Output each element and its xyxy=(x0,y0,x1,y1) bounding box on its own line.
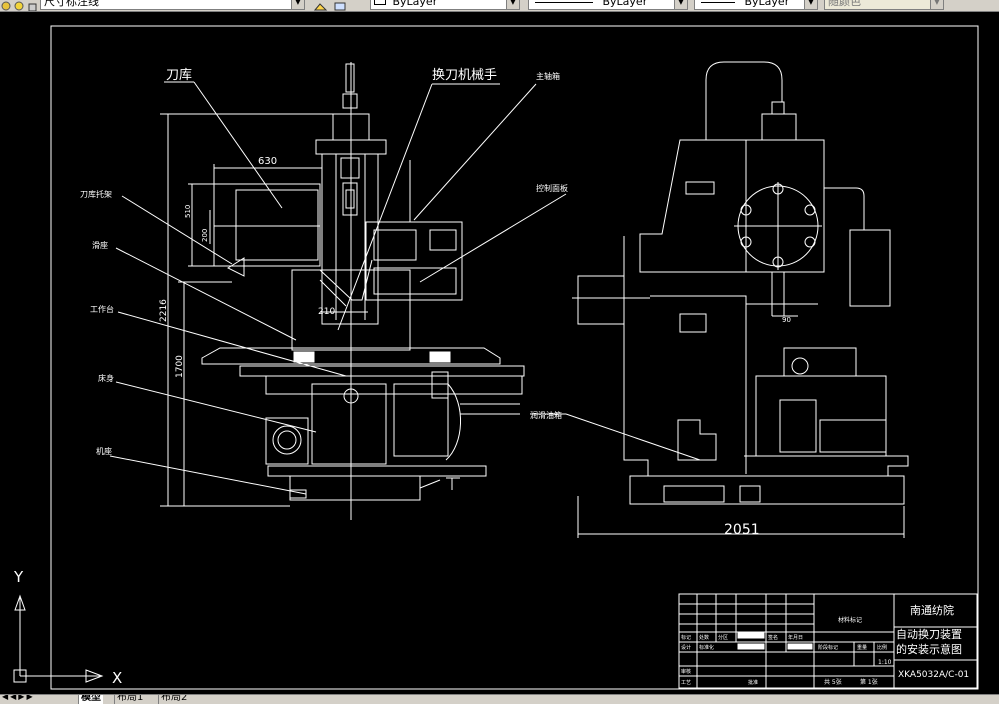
tb-mark: 标记 xyxy=(681,634,691,641)
label-tool-changer: 换刀机械手 xyxy=(432,68,497,83)
dim-2216: 2216 xyxy=(159,299,169,322)
tb-count: 处数 xyxy=(699,634,709,641)
chevron-down-icon[interactable]: ▼ xyxy=(291,0,304,9)
drawing-number: XKA5032A/C-01 xyxy=(898,670,969,680)
label-spindle-box: 主轴箱 xyxy=(536,71,560,81)
label-magazine-bracket: 刀库托架 xyxy=(80,189,112,199)
lineweight-sample xyxy=(701,1,735,3)
tb-stage: 阶段标记 xyxy=(818,644,838,651)
tb-zone: 分区 xyxy=(718,634,728,641)
drawing-canvas[interactable]: 刀库 换刀机械手 主轴箱 刀库托架 控制面板 滑座 工作台 床身 机座 630 … xyxy=(0,11,999,694)
dim-630: 630 xyxy=(258,156,277,167)
chevron-down-icon[interactable]: ▼ xyxy=(506,0,519,9)
tb-process: 工艺 xyxy=(681,680,691,686)
material-mark: 材料标记 xyxy=(838,616,862,624)
linetype-sample xyxy=(535,1,593,3)
tb-ratio: 比例 xyxy=(877,644,887,651)
ucs-y-label: Y xyxy=(13,568,24,586)
tb-design: 设计 xyxy=(681,644,691,651)
ucs-x-label: X xyxy=(112,669,122,687)
dim-510: 510 xyxy=(184,205,192,218)
color-dropdown[interactable]: ByLayer ▼ xyxy=(370,0,520,10)
title-line-2: 的安装示意图 xyxy=(896,642,962,656)
dimstyle-dropdown[interactable]: 尺寸标注线 ▼ xyxy=(40,0,305,10)
label-lube-tank: 润滑油箱 xyxy=(530,410,562,420)
layer-previous-icon[interactable] xyxy=(333,0,346,11)
label-tool-magazine: 刀库 xyxy=(166,67,192,83)
title-scale: 1:10 xyxy=(878,659,892,666)
ucs-icon xyxy=(13,594,104,683)
tb-review: 审核 xyxy=(681,668,691,675)
tb-approve: 批准 xyxy=(748,679,758,686)
tb-std: 标准化 xyxy=(699,644,714,651)
lineweight-dropdown[interactable]: ByLayer ▼ xyxy=(694,0,818,10)
drawing-border xyxy=(50,25,979,690)
dim-90: 90 xyxy=(782,316,791,324)
freeze-icon[interactable] xyxy=(14,0,25,11)
linetype-value: ByLayer xyxy=(602,0,648,8)
dim-2051: 2051 xyxy=(724,522,760,538)
layer-state-icon[interactable] xyxy=(1,0,12,11)
chevron-down-icon[interactable]: ▼ xyxy=(674,0,687,9)
side-view xyxy=(530,61,909,538)
label-slide: 滑座 xyxy=(92,240,108,250)
plotstyle-dropdown[interactable]: 随颜色 ▼ xyxy=(824,0,944,10)
color-value: ByLayer xyxy=(392,0,438,8)
label-worktable: 工作台 xyxy=(90,304,114,314)
tb-sheet: 第 1张 xyxy=(860,678,878,686)
lineweight-value: ByLayer xyxy=(744,0,790,8)
color-swatch xyxy=(374,0,386,5)
plotstyle-value: 随颜色 xyxy=(828,0,861,8)
label-base: 机座 xyxy=(96,446,112,456)
tab-scroll-icons[interactable]: ◀◀▶▶ xyxy=(2,695,35,701)
dim-210: 210 xyxy=(318,307,335,317)
tb-weight: 重量 xyxy=(857,644,867,651)
label-bed: 床身 xyxy=(98,373,114,383)
dim-1700: 1700 xyxy=(175,355,185,378)
chevron-down-icon[interactable]: ▼ xyxy=(804,0,817,9)
label-control-panel: 控制面板 xyxy=(536,183,568,193)
tb-sign: 签名 xyxy=(768,634,778,641)
dim-200: 200 xyxy=(201,229,209,242)
front-view xyxy=(109,62,567,520)
make-current-icon[interactable] xyxy=(313,0,328,11)
linetype-dropdown[interactable]: ByLayer ▼ xyxy=(528,0,688,10)
lock-icon[interactable] xyxy=(27,0,38,11)
tb-total: 共 5张 xyxy=(824,678,842,686)
chevron-down-icon[interactable]: ▼ xyxy=(930,0,943,9)
dimstyle-value: 尺寸标注线 xyxy=(44,0,99,8)
title-company: 南通纺院 xyxy=(910,603,954,617)
tb-date: 年月日 xyxy=(788,634,803,641)
title-line-1: 自动换刀装置 xyxy=(896,627,962,641)
